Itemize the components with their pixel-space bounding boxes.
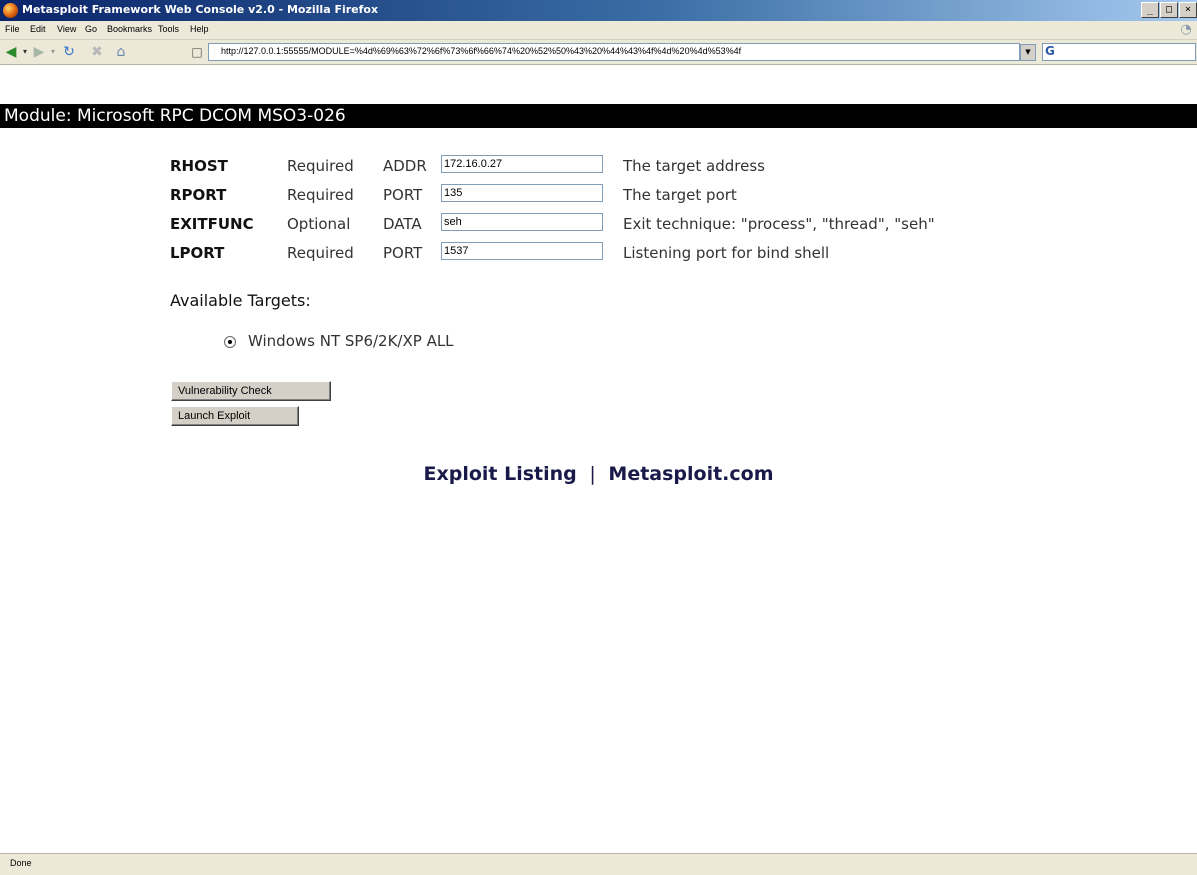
option-name: RHOST [170,157,228,175]
forward-arrow-icon[interactable]: ▶ [30,43,48,61]
vulnerability-check-button[interactable]: Vulnerability Check [171,381,331,401]
option-type: ADDR [383,157,427,175]
menu-view[interactable]: View [57,24,76,34]
menu-bar: File Edit View Go Bookmarks Tools Help ◔ [0,21,1197,40]
targets-heading: Available Targets: [170,291,311,310]
url-text[interactable]: http://127.0.0.1:55555/MODULE=%4d%69%63%… [221,46,1011,56]
menu-bookmarks[interactable]: Bookmarks [107,24,152,34]
close-button[interactable]: × [1179,2,1197,18]
menu-help[interactable]: Help [190,24,209,34]
maximize-button[interactable]: □ [1160,2,1178,18]
window-title: Metasploit Framework Web Console v2.0 - … [22,3,379,16]
option-description: Listening port for bind shell [623,244,830,262]
exploit-listing-link[interactable]: Exploit Listing [423,463,576,485]
module-title: Module: Microsoft RPC DCOM MSO3-026 [4,106,346,126]
target-radio-button[interactable] [224,336,236,348]
rport-input[interactable] [441,184,603,202]
firefox-icon [3,3,18,18]
option-type: PORT [383,244,423,262]
address-bar[interactable]: □ http://127.0.0.1:55555/MODULE=%4d%69%6… [191,43,1020,61]
search-engine-icon[interactable]: G [1045,44,1055,58]
option-required: Required [287,186,354,204]
page-icon: □ [191,45,203,59]
option-description: The target port [623,186,737,204]
status-text: Done [10,858,32,868]
menu-tools[interactable]: Tools [158,24,179,34]
option-type: DATA [383,215,422,233]
menu-go[interactable]: Go [85,24,97,34]
option-description: Exit technique: "process", "thread", "se… [623,215,935,233]
footer-links: Exploit Listing | Metasploit.com [0,463,1197,485]
menu-edit[interactable]: Edit [30,24,46,34]
navigation-toolbar: ◀ ▾ ▶ ▾ ↻ ✖ ⌂ □ http://127.0.0.1:55555/M… [0,40,1197,65]
option-type: PORT [383,186,423,204]
back-arrow-icon[interactable]: ◀ [2,43,20,61]
back-dropdown-icon[interactable]: ▾ [20,43,30,61]
option-required: Required [287,157,354,175]
reload-icon[interactable]: ↻ [60,43,78,61]
window-controls: _ □ × [1141,2,1197,18]
status-bar: Done [0,853,1197,875]
url-dropdown-icon[interactable]: ▼ [1020,44,1036,61]
minimize-button[interactable]: _ [1141,2,1159,18]
home-icon[interactable]: ⌂ [112,43,130,61]
window-titlebar: Metasploit Framework Web Console v2.0 - … [0,0,1197,21]
exitfunc-input[interactable] [441,213,603,231]
option-required: Optional [287,215,351,233]
lport-input[interactable] [441,242,603,260]
search-box[interactable]: G [1042,43,1196,61]
module-header: Module: Microsoft RPC DCOM MSO3-026 [0,104,1197,128]
launch-exploit-button[interactable]: Launch Exploit [171,406,299,426]
menu-file[interactable]: File [5,24,20,34]
rhost-input[interactable] [441,155,603,173]
radio-selected-dot [228,340,232,344]
target-label[interactable]: Windows NT SP6/2K/XP ALL [248,332,454,350]
option-name: EXITFUNC [170,215,254,233]
forward-dropdown-icon[interactable]: ▾ [48,43,58,61]
metasploit-link[interactable]: Metasploit.com [608,463,773,485]
option-name: RPORT [170,186,227,204]
throbber-icon: ◔ [1180,22,1192,37]
option-name: LPORT [170,244,225,262]
option-required: Required [287,244,354,262]
stop-icon[interactable]: ✖ [88,43,106,61]
option-description: The target address [623,157,765,175]
footer-separator: | [589,463,596,485]
